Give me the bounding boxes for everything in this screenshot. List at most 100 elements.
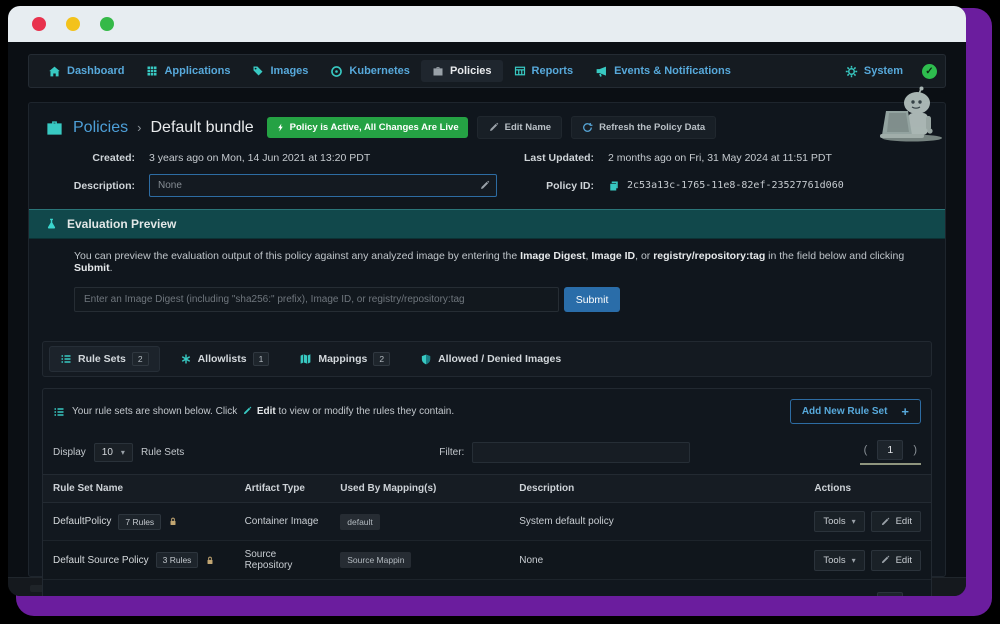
button-label: Add New Rule Set	[802, 406, 888, 417]
close-window-button[interactable]	[32, 17, 46, 31]
description-row: Description:	[45, 174, 490, 197]
nav-item-policies[interactable]: Policies	[421, 60, 503, 82]
edit-name-button[interactable]: Edit Name	[477, 116, 562, 139]
policy-meta: Created: 3 years ago on Mon, 14 Jun 2021…	[29, 148, 945, 209]
display-suffix: Rule Sets	[141, 447, 184, 458]
nav-item-applications[interactable]: Applications	[135, 60, 241, 82]
display-count-select[interactable]: 10 ▾	[94, 443, 133, 462]
policy-id-label: Policy ID:	[520, 180, 608, 192]
table-controls-row: Display 10 ▾ Rule Sets Filter: ( 1	[43, 432, 931, 474]
rule-sets-info-row: Your rule sets are shown below. Click Ed…	[43, 389, 931, 432]
add-new-rule-set-button[interactable]: Add New Rule Set +	[790, 399, 921, 424]
nav-item-dashboard[interactable]: Dashboard	[37, 60, 135, 83]
chevron-down-icon: ▾	[852, 556, 856, 565]
table-header-row: Rule Set Name Artifact Type Used By Mapp…	[43, 475, 931, 503]
plus-icon: +	[901, 407, 909, 416]
nav-label: Kubernetes	[349, 65, 410, 77]
badge-label: Policy is Active, All Changes Are Live	[290, 122, 459, 133]
list-icon	[53, 406, 65, 418]
table-row: DefaultPolicy 7 Rules Container Image de…	[43, 503, 931, 541]
button-label: Refresh the Policy Data	[599, 122, 705, 133]
nav-item-kubernetes[interactable]: Kubernetes	[319, 60, 421, 83]
prev-page-button[interactable]: (	[864, 444, 868, 456]
policy-detail-panel: Policies › Default bundle Policy is Acti…	[28, 102, 946, 577]
pencil-icon[interactable]	[479, 180, 490, 191]
robot-mascot	[868, 86, 952, 149]
last-updated-row: Last Updated: 2 months ago on Fri, 31 Ma…	[520, 152, 929, 164]
filter-input[interactable]	[472, 442, 690, 463]
chevron-down-icon: ▾	[852, 517, 856, 526]
minimize-window-button[interactable]	[66, 17, 80, 31]
briefcase-icon	[45, 118, 64, 137]
tools-dropdown-button[interactable]: Tools ▾	[814, 511, 864, 532]
map-icon	[299, 353, 312, 365]
nav-item-events-notifications[interactable]: Events & Notifications	[584, 60, 742, 83]
tab-allowlists[interactable]: Allowlists 1	[170, 347, 280, 371]
app-area: Dashboard Applications Images Kubernetes…	[8, 42, 966, 577]
pencil-icon	[880, 555, 890, 565]
nav-label: Images	[270, 65, 308, 77]
table-row: Default Source Policy 3 Rules Source Rep…	[43, 541, 931, 580]
evaluation-preview-body: You can preview the evaluation output of…	[29, 239, 945, 328]
list-icon	[60, 353, 72, 365]
system-health-ok-icon[interactable]: ✓	[922, 64, 937, 79]
lock-icon	[168, 516, 178, 527]
submit-button[interactable]: Submit	[564, 287, 620, 312]
current-page-button[interactable]: 1	[877, 440, 903, 460]
rules-count-badge: 7 Rules	[118, 514, 161, 530]
description-label: Description:	[45, 180, 149, 192]
image-digest-input[interactable]	[74, 287, 559, 312]
description-input[interactable]	[149, 174, 497, 197]
created-label: Created:	[45, 152, 149, 164]
breadcrumb-separator: ›	[137, 120, 141, 135]
tab-rule-sets[interactable]: Rule Sets 2	[49, 346, 160, 372]
zoom-window-button[interactable]	[100, 17, 114, 31]
col-used-by-mappings: Used By Mapping(s)	[330, 475, 509, 503]
rule-set-description: System default policy	[509, 503, 804, 541]
shield-icon	[420, 353, 432, 366]
edit-rule-set-button[interactable]: Edit	[871, 511, 921, 532]
refresh-icon	[582, 122, 593, 133]
breadcrumb-policies-link[interactable]: Policies	[73, 119, 128, 137]
kubernetes-icon	[330, 65, 343, 78]
col-description: Description	[509, 475, 804, 503]
grid-icon	[146, 65, 158, 77]
nav-label: Policies	[450, 65, 492, 77]
nav-item-reports[interactable]: Reports	[503, 60, 585, 82]
gear-icon	[845, 65, 858, 78]
col-rule-set-name: Rule Set Name	[43, 475, 235, 503]
tab-count-badge: 2	[132, 352, 149, 366]
nav-label: Applications	[164, 65, 230, 77]
tools-dropdown-button[interactable]: Tools ▾	[814, 550, 864, 571]
page-header: Policies › Default bundle Policy is Acti…	[29, 103, 945, 148]
edit-rule-set-button[interactable]: Edit	[871, 550, 921, 571]
asterisk-icon	[180, 353, 192, 365]
pagination-bottom: ( 1 )	[860, 592, 921, 596]
copy-icon[interactable]	[608, 180, 620, 192]
evaluation-preview-title: Evaluation Preview	[67, 217, 176, 231]
policy-active-badge: Policy is Active, All Changes Are Live	[267, 117, 468, 138]
refresh-policy-data-button[interactable]: Refresh the Policy Data	[571, 116, 716, 139]
tab-label: Allowed / Denied Images	[438, 353, 561, 365]
tab-label: Mappings	[318, 353, 367, 365]
pagination-top: ( 1 )	[860, 440, 921, 465]
evaluation-input-row: Submit	[74, 287, 925, 312]
rule-set-name: DefaultPolicy	[53, 516, 111, 527]
tab-mappings[interactable]: Mappings 2	[289, 347, 400, 371]
tab-allowed-denied-images[interactable]: Allowed / Denied Images	[410, 348, 571, 371]
nav-label: System	[864, 65, 903, 77]
tag-icon	[252, 65, 264, 77]
policy-tabs: Rule Sets 2 Allowlists 1 Mappings 2	[42, 341, 932, 377]
current-page-button[interactable]: 1	[877, 592, 903, 596]
nav-label: Reports	[532, 65, 574, 77]
policy-id-value: 2c53a13c-1765-11e8-82ef-23527761d060	[627, 180, 844, 191]
next-page-button[interactable]: )	[913, 444, 917, 456]
nav-item-system[interactable]: System	[834, 60, 914, 83]
flask-icon	[45, 217, 58, 231]
pencil-icon	[488, 122, 499, 133]
artifact-type: Source Repository	[235, 541, 331, 580]
evaluation-instructions: You can preview the evaluation output of…	[74, 250, 925, 274]
rule-set-description: None	[509, 541, 804, 580]
nav-item-images[interactable]: Images	[241, 60, 319, 82]
mapping-badge: Source Mappin	[340, 552, 411, 568]
